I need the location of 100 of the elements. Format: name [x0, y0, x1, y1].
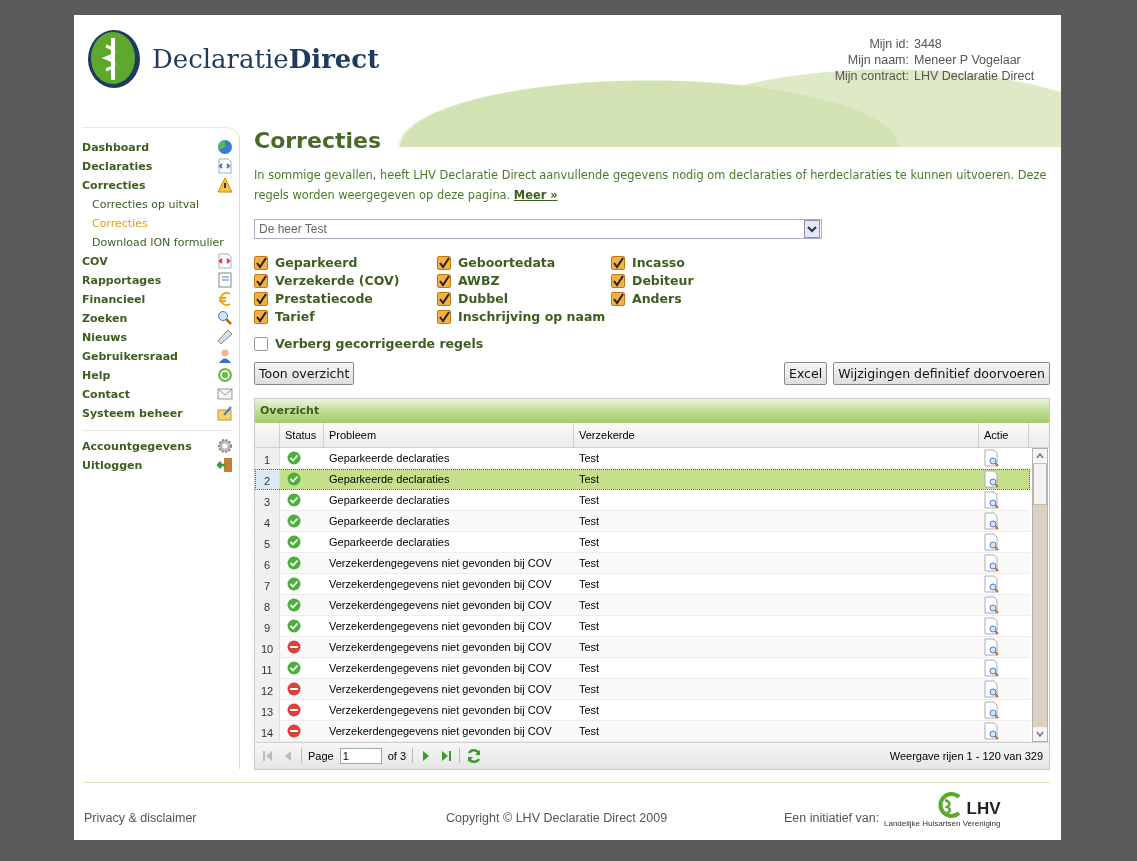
table-cell-text: Test	[578, 639, 601, 655]
filter-label: Prestatiecode	[275, 291, 373, 307]
column-header[interactable]: Probleem	[324, 422, 574, 447]
sidebar-item[interactable]: Declaraties	[82, 159, 153, 173]
document-magnifier-icon[interactable]	[984, 721, 1000, 740]
table-cell-text: Verzekerdengegevens niet gevonden bij COV	[328, 576, 553, 592]
document-magnifier-icon[interactable]	[984, 595, 1000, 614]
document-magnifier-icon[interactable]	[984, 511, 1000, 530]
row-number: 7	[255, 573, 280, 594]
filter-checkbox[interactable]	[611, 273, 625, 288]
table-cell-text: Verzekerdengegevens niet gevonden bij COV	[328, 639, 553, 655]
document-magnifier-icon[interactable]	[984, 574, 1000, 593]
document-magnifier-icon[interactable]	[984, 448, 1000, 467]
user-info-label: Mijn id:	[869, 36, 909, 52]
filter-checkbox[interactable]	[254, 273, 268, 288]
sidebar-item[interactable]: Systeem beheer	[82, 406, 183, 420]
document-magnifier-icon[interactable]	[984, 490, 1000, 509]
hide-corrected-checkbox[interactable]	[254, 336, 268, 351]
row-number: 10	[255, 636, 280, 657]
document-magnifier-icon[interactable]	[984, 658, 1000, 677]
column-header[interactable]: Status	[280, 422, 324, 447]
sidebar-item[interactable]: Nieuws	[82, 330, 127, 344]
table-cell-text: Geparkeerde declaraties	[328, 492, 451, 508]
excel-button[interactable]: Excel	[784, 361, 828, 385]
table-row[interactable]: 8 Verzekerdengegevens niet gevonden bij COV Test	[255, 594, 1030, 616]
filter-checkbox[interactable]	[254, 309, 268, 324]
user-info-label: Mijn contract:	[834, 68, 909, 84]
warning-icon	[217, 177, 233, 194]
sidebar-item[interactable]: Download ION formulier	[82, 235, 224, 249]
table-row[interactable]: 2 Geparkeerde declaraties Test	[255, 468, 1030, 490]
refresh-icon[interactable]	[466, 747, 483, 764]
table-row[interactable]: 11 Verzekerdengegevens niet gevonden bij COV Test	[255, 657, 1030, 679]
sidebar-item[interactable]: Dashboard	[82, 140, 150, 154]
page-number-field[interactable]: 1	[339, 747, 382, 764]
table-row[interactable]: 7 Verzekerdengegevens niet gevonden bij COV Test	[255, 573, 1030, 595]
document-magnifier-icon[interactable]	[984, 616, 1000, 635]
sidebar-item[interactable]: Financieel	[82, 292, 146, 306]
scrollbar[interactable]	[1032, 447, 1048, 742]
document-magnifier-icon[interactable]	[984, 532, 1000, 551]
table-row[interactable]: 3 Geparkeerde declaraties Test	[255, 489, 1030, 511]
filter-checkbox[interactable]	[254, 291, 268, 306]
filter-checkbox[interactable]	[437, 291, 451, 306]
sidebar-item[interactable]: Contact	[82, 387, 130, 401]
document-icon	[217, 158, 233, 175]
row-number: 12	[255, 678, 280, 699]
filter-label: Dubbel	[458, 291, 508, 307]
document-magnifier-icon[interactable]	[984, 553, 1000, 572]
last-page-icon[interactable]	[439, 748, 454, 763]
document-magnifier-icon[interactable]	[984, 469, 1000, 488]
row-number: 4	[255, 510, 280, 531]
table-cell-text: Geparkeerde declaraties	[328, 450, 451, 466]
sidebar-item[interactable]: Accountgegevens	[82, 439, 192, 453]
row-number: 9	[255, 615, 280, 636]
table-row[interactable]: 5 Geparkeerde declaraties Test	[255, 531, 1030, 553]
row-number: 13	[255, 699, 280, 720]
envelope-icon	[217, 386, 233, 403]
filter-checkbox[interactable]	[611, 255, 625, 270]
document-magnifier-icon[interactable]	[984, 679, 1000, 698]
document-magnifier-icon[interactable]	[984, 700, 1000, 719]
row-number: 11	[255, 657, 280, 678]
scroll-down-icon[interactable]	[1033, 726, 1047, 741]
table-cell-text: Test	[578, 513, 601, 529]
sidebar-item[interactable]: Rapportages	[82, 273, 162, 287]
privacy-link[interactable]: Privacy & disclaimer	[84, 810, 197, 825]
filter-checkbox[interactable]	[437, 309, 451, 324]
sidebar-item[interactable]: Correcties	[82, 178, 146, 192]
table-row[interactable]: 12 Verzekerdengegevens niet gevonden bij COV Test	[255, 678, 1030, 700]
scroll-thumb[interactable]	[1033, 462, 1047, 505]
table-row[interactable]: 14 Verzekerdengegevens niet gevonden bij COV Test	[255, 720, 1030, 742]
table-row[interactable]: 9 Verzekerdengegevens niet gevonden bij COV Test	[255, 615, 1030, 637]
sidebar-item[interactable]: Correcties op uitval	[82, 197, 200, 211]
column-header[interactable]: Actie	[979, 422, 1029, 447]
sidebar-item[interactable]: Gebruikersraad	[82, 349, 178, 363]
scroll-up-icon[interactable]	[1033, 448, 1047, 463]
filter-checkbox[interactable]	[611, 291, 625, 306]
table-cell-text: Verzekerdengegevens niet gevonden bij COV	[328, 660, 553, 676]
table-row[interactable]: 1 Geparkeerde declaraties Test	[255, 447, 1030, 469]
table-row[interactable]: 6 Verzekerdengegevens niet gevonden bij COV Test	[255, 552, 1030, 574]
table-row[interactable]: 4 Geparkeerde declaraties Test	[255, 510, 1030, 532]
sidebar-item[interactable]: COV	[82, 254, 108, 268]
sidebar-item[interactable]: Zoeken	[82, 311, 128, 325]
apply-changes-button[interactable]: Wijzigingen definitief doorvoeren	[833, 361, 1050, 385]
filter-label: Geboortedata	[458, 255, 556, 271]
person-dropdown[interactable]: De heer Test	[254, 218, 822, 239]
sidebar-item[interactable]: Uitloggen	[82, 458, 143, 472]
more-link[interactable]: Meer »	[513, 187, 558, 202]
filter-checkbox[interactable]	[437, 273, 451, 288]
filter-checkbox[interactable]	[437, 255, 451, 270]
filter-label: Verzekerde (COV)	[275, 273, 400, 289]
filter-checkbox[interactable]	[254, 255, 268, 270]
table-cell-text: Verzekerdengegevens niet gevonden bij COV	[328, 723, 553, 739]
filter-label: Verberg gecorrigeerde regels	[275, 336, 484, 352]
table-cell-text: Geparkeerde declaraties	[328, 513, 451, 529]
column-header[interactable]: Verzekerde	[574, 422, 979, 447]
sidebar-item[interactable]: Help	[82, 368, 111, 382]
document-magnifier-icon[interactable]	[984, 637, 1000, 656]
user-info-value: Meneer P Vogelaar	[914, 52, 1022, 68]
table-row[interactable]: 10 Verzekerdengegevens niet gevonden bij COV Test	[255, 636, 1030, 658]
table-row[interactable]: 13 Verzekerdengegevens niet gevonden bij COV Test	[255, 699, 1030, 721]
show-overview-button[interactable]: Toon overzicht	[254, 361, 355, 385]
